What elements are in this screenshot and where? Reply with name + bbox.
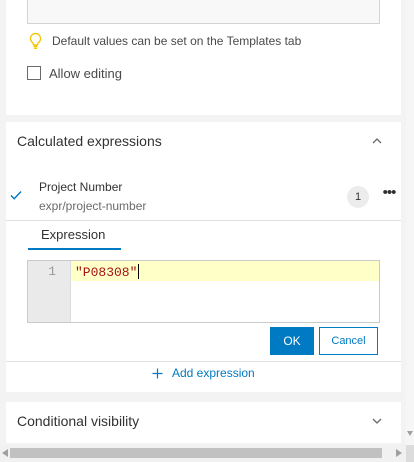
add-expression-button[interactable]: Add expression	[152, 363, 255, 383]
more-options-icon[interactable]: •••	[380, 185, 398, 204]
section-title: Conditional visibility	[17, 413, 140, 429]
code-text: "P08308"	[75, 265, 138, 280]
code-line[interactable]: "P08308"	[75, 264, 140, 280]
divider	[6, 220, 401, 221]
expression-list-item[interactable]: Project Number expr/project-number 1 •••	[6, 173, 401, 221]
default-value-input	[27, 0, 380, 24]
allow-editing-label[interactable]: Allow editing	[49, 66, 122, 81]
plus-icon	[152, 368, 163, 378]
horizontal-scroll-thumb[interactable]	[10, 448, 382, 458]
active-tab-indicator	[28, 248, 121, 250]
conditional-visibility-header[interactable]: Conditional visibility	[6, 402, 401, 440]
calculated-expressions-panel: Calculated expressions Project Number ex…	[6, 122, 401, 392]
scroll-down-arrow-icon[interactable]	[407, 431, 413, 436]
scrollbar-corner	[406, 445, 414, 462]
calculated-expressions-header[interactable]: Calculated expressions	[6, 122, 401, 160]
divider	[6, 361, 401, 362]
tab-expression-label: Expression	[41, 227, 106, 242]
hint-text: Default values can be set on the Templat…	[52, 34, 302, 48]
expression-id: expr/project-number	[39, 199, 147, 213]
code-editor[interactable]: 1 "P08308"	[27, 260, 380, 323]
usage-count-badge: 1	[347, 186, 369, 208]
scroll-right-arrow-icon[interactable]	[396, 449, 402, 457]
conditional-visibility-panel[interactable]: Conditional visibility	[6, 402, 401, 443]
section-title: Calculated expressions	[17, 133, 162, 149]
line-number-gutter: 1	[28, 261, 71, 322]
expression-name: Project Number	[39, 180, 123, 194]
add-expression-label: Add expression	[172, 366, 255, 380]
field-settings-panel: Default values can be set on the Templat…	[6, 0, 401, 115]
templates-hint: Default values can be set on the Templat…	[27, 32, 301, 50]
ok-button[interactable]: OK	[270, 327, 314, 355]
chevron-up-icon[interactable]	[371, 135, 383, 147]
text-cursor	[138, 264, 140, 279]
scroll-left-arrow-icon[interactable]	[2, 449, 8, 457]
line-number: 1	[48, 264, 56, 279]
tab-expression[interactable]: Expression	[28, 222, 121, 250]
vertical-scrollbar[interactable]	[406, 0, 414, 462]
chevron-down-icon[interactable]	[371, 415, 383, 427]
horizontal-scrollbar[interactable]	[0, 445, 406, 462]
cancel-button[interactable]: Cancel	[319, 327, 378, 355]
allow-editing-option[interactable]: Allow editing	[27, 64, 122, 82]
check-icon	[10, 191, 22, 200]
allow-editing-checkbox[interactable]	[27, 66, 41, 80]
lightbulb-icon	[29, 32, 42, 49]
